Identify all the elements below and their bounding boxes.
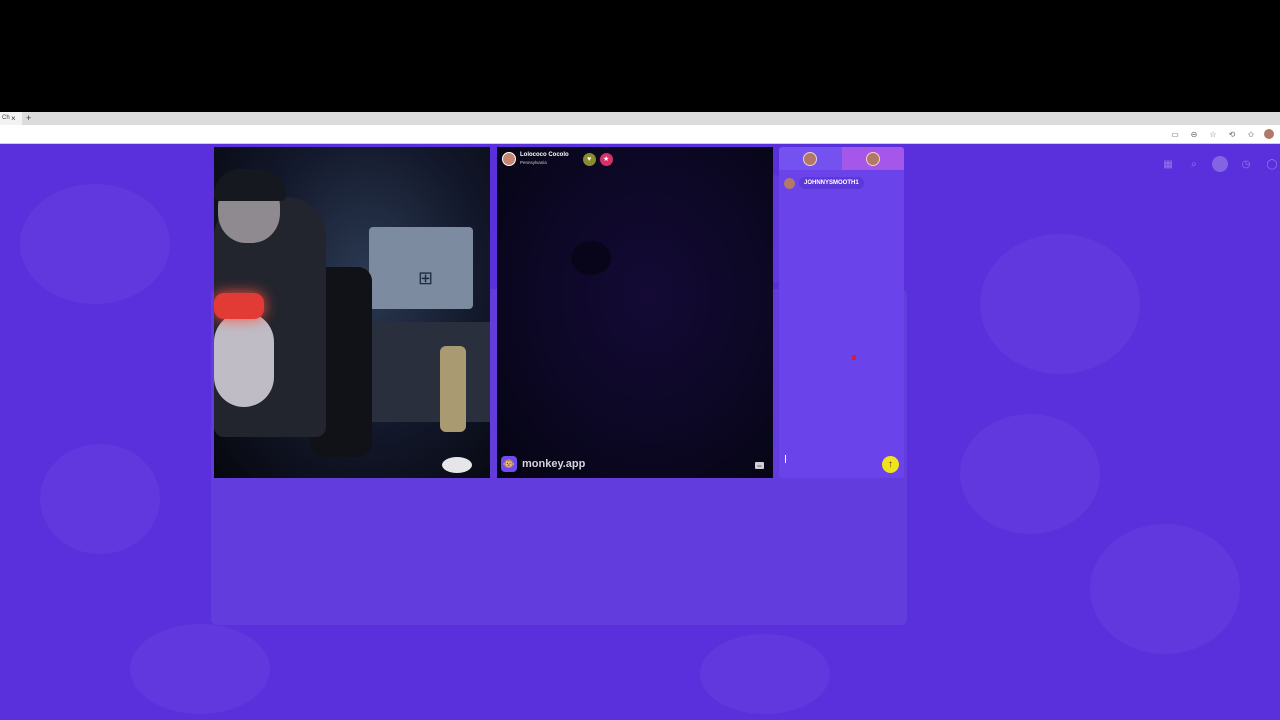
chat-panel: JOHNNYSMOOTH1 ↑ bbox=[779, 147, 904, 478]
windows-logo-icon: ⊞ bbox=[418, 268, 434, 288]
background-blob bbox=[960, 414, 1100, 534]
background-blob bbox=[700, 634, 830, 714]
search-icon[interactable]: ⌕ bbox=[1186, 156, 1202, 172]
microphone bbox=[214, 293, 264, 319]
partner-avatar bbox=[865, 151, 880, 166]
cast-icon[interactable]: ▭ bbox=[1169, 128, 1181, 140]
mouse-cursor bbox=[852, 355, 856, 360]
top-nav: ▦ ⌕ ◷ ◯ bbox=[1160, 156, 1280, 172]
background-blob bbox=[980, 234, 1140, 374]
star-icon: ★ bbox=[603, 156, 610, 163]
background-blob bbox=[1090, 524, 1240, 654]
message-avatar bbox=[784, 177, 795, 189]
background-blob bbox=[40, 444, 160, 554]
partner-info-bar: Lolococo Cocolo Pennsylvania ♥ ★ bbox=[502, 152, 613, 166]
message-text: JOHNNYSMOOTH1 bbox=[799, 177, 864, 189]
brand-watermark: 🐵 monkey.app bbox=[501, 456, 585, 472]
tab-partner[interactable] bbox=[841, 147, 904, 170]
background-blob bbox=[20, 184, 170, 304]
arrow-up-icon: ↑ bbox=[888, 459, 893, 470]
favorites-icon[interactable]: ✩ bbox=[1245, 128, 1257, 140]
new-tab-button[interactable]: + bbox=[26, 112, 31, 124]
captions-icon[interactable]: cc bbox=[755, 462, 764, 469]
chat-input[interactable] bbox=[782, 454, 884, 474]
shop-icon[interactable]: ▦ bbox=[1160, 156, 1176, 172]
browser-tab[interactable]: Ch × bbox=[0, 112, 22, 125]
bookmark-star-icon[interactable]: ☆ bbox=[1207, 128, 1219, 140]
partner-video: Lolococo Cocolo Pennsylvania ♥ ★ 🐵 monke… bbox=[497, 147, 773, 478]
react-button[interactable]: ♥ bbox=[582, 152, 596, 166]
cap bbox=[214, 169, 286, 201]
background-blob bbox=[130, 624, 270, 714]
chat-message: JOHNNYSMOOTH1 bbox=[784, 177, 864, 189]
self-avatar bbox=[803, 151, 818, 166]
browser-tab-bar: Ch × + bbox=[0, 112, 1280, 125]
send-button[interactable]: ↑ bbox=[882, 456, 899, 473]
brand-text: monkey.app bbox=[522, 458, 586, 470]
partner-location: Pennsylvania bbox=[520, 160, 547, 165]
extensions-icon[interactable]: ⟲ bbox=[1226, 128, 1238, 140]
partner-avatar[interactable] bbox=[502, 152, 516, 166]
drink-can bbox=[440, 346, 466, 432]
chat-tabs bbox=[779, 147, 904, 170]
heart-icon: ♥ bbox=[587, 155, 592, 163]
monkey-logo-icon: 🐵 bbox=[501, 456, 517, 472]
tab-close-icon[interactable]: × bbox=[11, 112, 16, 125]
star-button[interactable]: ★ bbox=[599, 152, 613, 166]
self-video: ⊞ bbox=[214, 147, 490, 478]
profile-avatar[interactable] bbox=[1264, 129, 1274, 139]
browser-toolbar: ▭ ⊖ ☆ ⟲ ✩ bbox=[0, 125, 1280, 144]
letterbox-top bbox=[0, 0, 1280, 112]
tab-title: Ch bbox=[2, 115, 10, 121]
tab-chat[interactable] bbox=[779, 147, 842, 170]
zoom-icon[interactable]: ⊖ bbox=[1188, 128, 1200, 140]
profile-avatar-icon[interactable] bbox=[1212, 156, 1228, 172]
chat-bubble-icon[interactable]: ◯ bbox=[1264, 156, 1280, 172]
mouse bbox=[442, 457, 472, 473]
history-icon[interactable]: ◷ bbox=[1238, 156, 1254, 172]
partner-name: Lolococo Cocolo bbox=[520, 152, 569, 158]
